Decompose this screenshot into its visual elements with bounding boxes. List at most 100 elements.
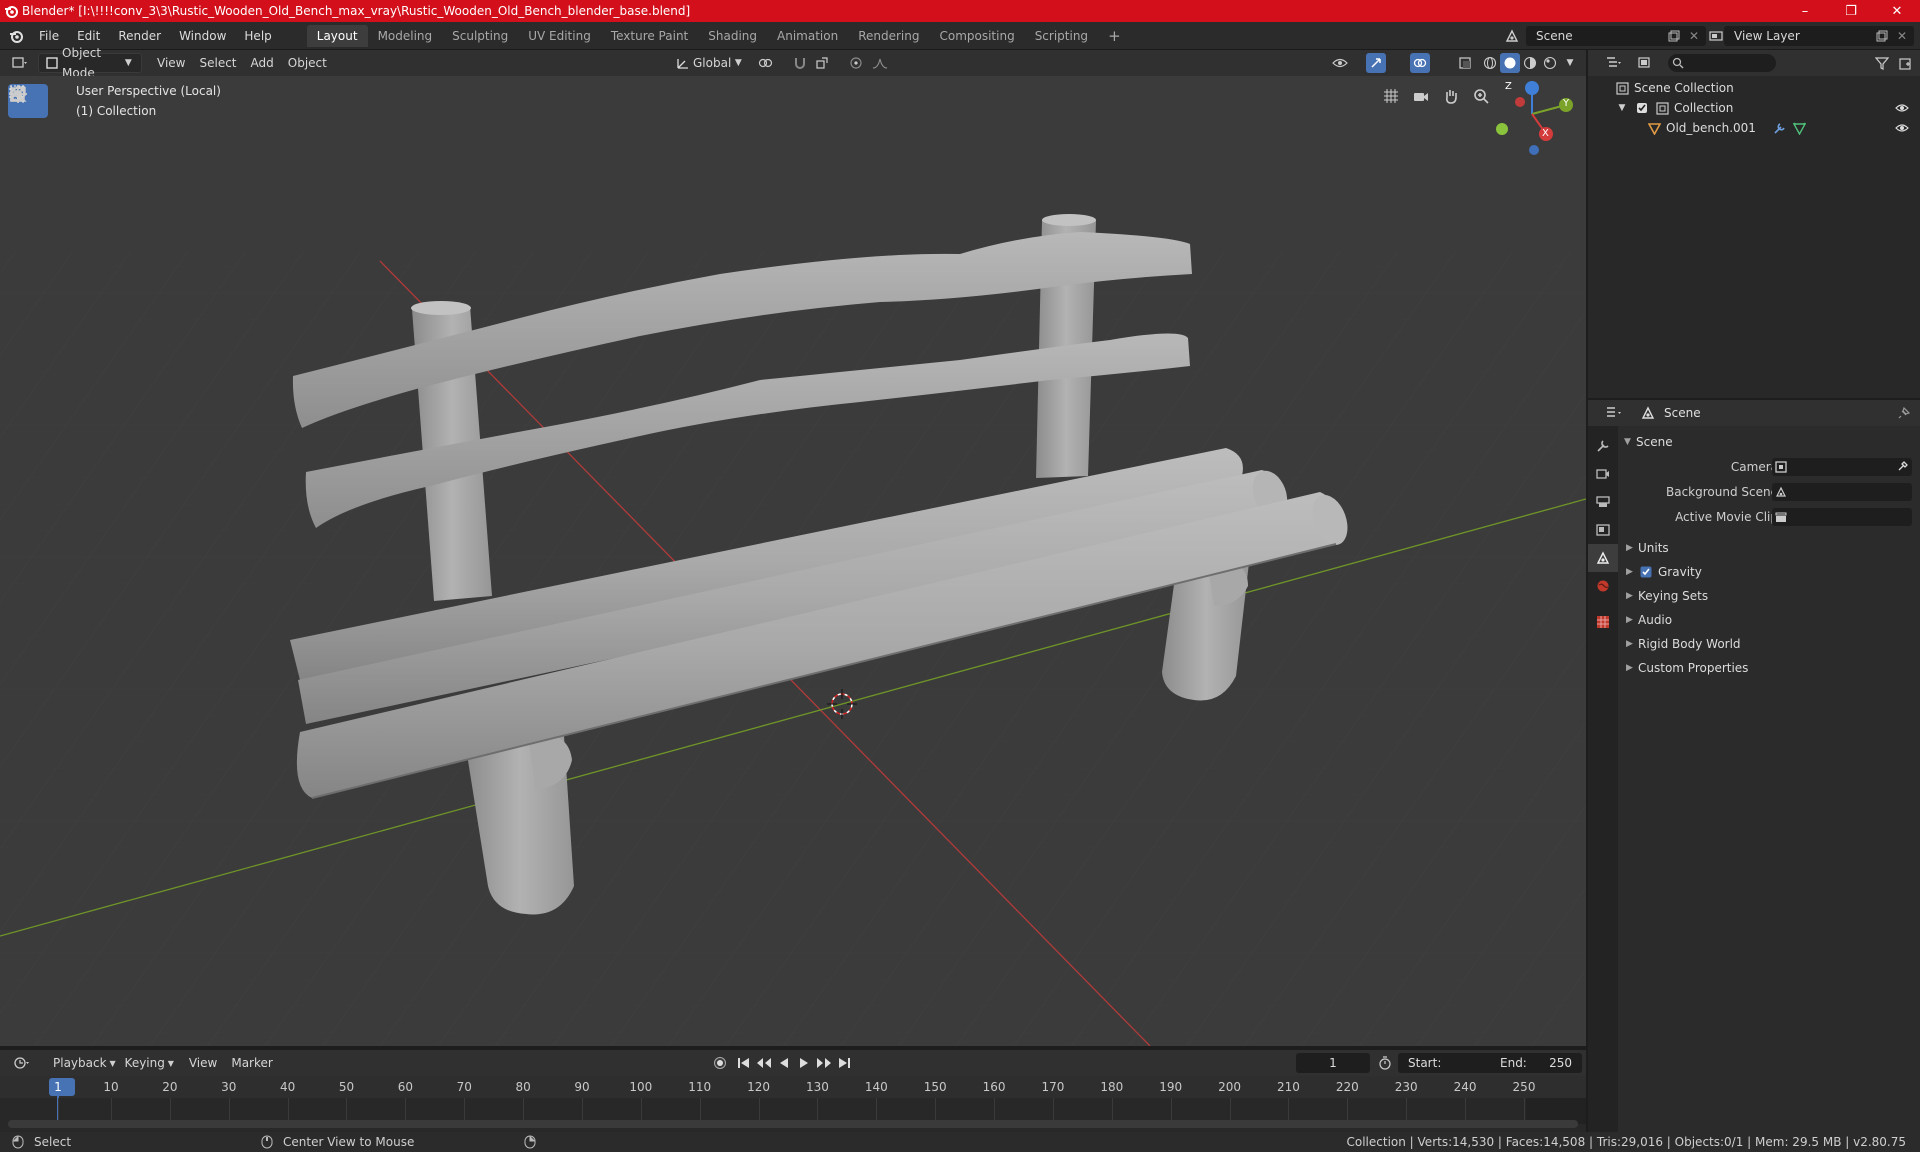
jump-end-icon[interactable] [834,1053,854,1073]
shading-options-icon[interactable]: ▼ [1560,53,1580,73]
current-frame-marker[interactable] [49,1078,75,1096]
rendered-shading-icon[interactable] [1540,53,1560,73]
tab-world[interactable] [1588,572,1618,600]
outliner-row-collection[interactable]: ▼ Collection [1588,98,1920,118]
3d-viewport[interactable]: Z Y X User Perspective (Local) (1) Colle… [0,76,1586,1046]
eyedropper-icon[interactable] [1894,457,1912,475]
mode-dropdown[interactable]: Object Mode ▼ [38,46,142,80]
solid-shading-icon[interactable] [1500,53,1520,73]
record-icon[interactable] [710,1053,730,1073]
navigation-gizmo[interactable] [1496,81,1573,155]
tab-sculpting[interactable]: Sculpting [442,25,518,47]
scene-section-header[interactable]: ▼ Scene [1624,430,1910,454]
delete-view-layer-icon[interactable]: ✕ [1892,26,1912,46]
tab-layout[interactable]: Layout [306,24,368,47]
keying-sets-panel[interactable]: ▶ Keying Sets [1626,584,1912,608]
play-reverse-icon[interactable] [774,1053,794,1073]
timeline-scrollbar[interactable] [8,1120,1578,1128]
new-view-layer-icon[interactable] [1872,26,1892,46]
close-button[interactable]: ✕ [1874,0,1920,22]
editor-type-icon[interactable] [10,53,30,73]
menu-timeline-view[interactable]: View [182,1053,224,1073]
tab-tool[interactable] [1588,432,1618,460]
new-collection-icon[interactable] [1896,53,1916,73]
view-layer-field[interactable]: View Layer ✕ [1724,26,1914,46]
menu-keying[interactable]: Keying [118,1053,172,1073]
snap-target-icon[interactable] [812,53,832,73]
measure-tool[interactable] [8,85,48,368]
checkbox-icon[interactable] [1632,98,1652,118]
menu-object[interactable]: Object [281,53,334,73]
end-frame-field[interactable]: End: 250 [1490,1053,1582,1073]
tab-render[interactable] [1588,460,1618,488]
wireframe-shading-icon[interactable] [1480,53,1500,73]
tab-scene[interactable] [1588,544,1618,572]
tab-shading[interactable]: Shading [698,25,767,47]
tab-animation[interactable]: Animation [767,25,848,47]
scale-tool[interactable] [8,86,48,260]
overlays-toggle-icon[interactable] [1410,53,1430,73]
scene-field[interactable]: Scene ✕ [1526,26,1706,46]
outliner-row-object[interactable]: Old_bench.001 [1588,118,1920,138]
transform-tool[interactable] [8,85,48,294]
timeline-editor-type-icon[interactable] [12,1053,32,1073]
current-frame-field[interactable]: 1 [1296,1053,1370,1073]
visibility-icon[interactable] [1330,53,1350,73]
tab-scripting[interactable]: Scripting [1025,25,1098,47]
gravity-panel[interactable]: ▶ Gravity [1626,560,1912,584]
play-icon[interactable] [794,1053,814,1073]
delete-scene-icon[interactable]: ✕ [1684,26,1704,46]
minimize-button[interactable]: – [1782,0,1828,22]
zoom-icon[interactable] [1473,88,1493,108]
blender-menu-icon[interactable] [6,26,26,46]
pan-hand-icon[interactable] [1443,88,1463,108]
maximize-button[interactable]: ❐ [1828,0,1874,22]
tab-modeling[interactable]: Modeling [368,25,443,47]
outliner-row-scene-collection[interactable]: Scene Collection [1588,78,1920,98]
menu-view[interactable]: View [150,53,192,73]
new-scene-icon[interactable] [1664,26,1684,46]
modifier-wrench-icon[interactable] [1770,118,1790,138]
display-mode-icon[interactable] [1636,53,1656,73]
tab-output[interactable] [1588,488,1618,516]
outliner-editor-type-icon[interactable] [1604,53,1624,73]
camera-field[interactable] [1772,458,1912,476]
mesh-data-icon[interactable] [1790,118,1810,138]
tab-uv-editing[interactable]: UV Editing [518,25,601,47]
tab-view-layer[interactable] [1588,516,1618,544]
active-movie-clip-field[interactable] [1772,508,1912,526]
tab-texture-paint[interactable]: Texture Paint [601,25,698,47]
view-layer-icon[interactable] [1706,26,1726,46]
timeline-body[interactable]: 1 10 20 30 40 50 60 70 80 90 100 110 120 130 140 150 160… [0,1076,1586,1136]
collapse-triangle-icon[interactable]: ▼ [1612,98,1632,118]
jump-start-icon[interactable] [734,1053,754,1073]
gizmo-toggle-icon[interactable] [1366,53,1386,73]
jump-keyframe-forward-icon[interactable] [814,1053,834,1073]
menu-window[interactable]: Window [170,25,235,47]
pin-icon[interactable] [1894,403,1914,423]
snap-icon[interactable] [790,53,810,73]
rotate-tool[interactable] [8,87,48,226]
background-scene-field[interactable] [1772,483,1912,501]
camera-view-icon[interactable] [1413,88,1433,108]
menu-playback[interactable]: Playback [46,1053,114,1073]
units-panel[interactable]: ▶ Units [1626,536,1912,560]
outliner-search-input[interactable] [1668,54,1776,72]
annotate-tool[interactable] [8,86,48,334]
pivot-point-icon[interactable] [756,53,776,73]
falloff-icon[interactable] [870,53,890,73]
jump-keyframe-back-icon[interactable] [754,1053,774,1073]
custom-properties-panel[interactable]: ▶ Custom Properties [1626,656,1912,680]
tab-texture[interactable] [1588,608,1618,636]
eye-icon[interactable] [1892,118,1912,138]
proportional-edit-icon[interactable] [846,53,866,73]
properties-editor-type-icon[interactable] [1604,403,1624,423]
move-tool[interactable] [8,85,48,192]
stopwatch-icon[interactable] [1375,1053,1395,1073]
menu-add[interactable]: Add [244,53,281,73]
gravity-checkbox[interactable] [1638,562,1654,582]
xray-toggle-icon[interactable] [1455,53,1475,73]
scene-selector-icon[interactable] [1502,26,1522,46]
add-workspace-button[interactable]: + [1098,25,1131,47]
rigid-body-world-panel[interactable]: ▶ Rigid Body World [1626,632,1912,656]
